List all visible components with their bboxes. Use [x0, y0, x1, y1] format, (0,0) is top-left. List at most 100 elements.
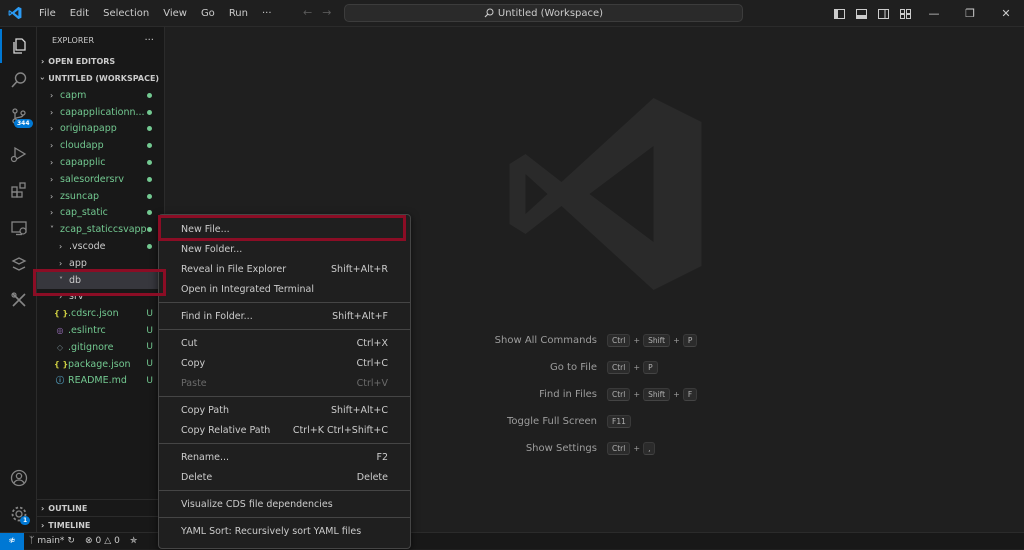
modified-dot-icon — [147, 126, 152, 132]
folder-item[interactable]: › salesordersrv — [37, 171, 164, 188]
remote-explorer-icon[interactable] — [0, 211, 37, 245]
toggle-panel-icon[interactable] — [850, 0, 872, 27]
menu-item-open-in-integrated-terminal[interactable]: Open in Integrated Terminal — [159, 279, 410, 299]
folder-item[interactable]: › capapplicationn... — [37, 104, 164, 121]
toggle-secondary-sidebar-icon[interactable] — [872, 0, 894, 27]
menu-item-rename[interactable]: Rename... F2 — [159, 447, 410, 467]
open-editors-section[interactable]: › OPEN EDITORS — [37, 53, 164, 70]
menu-item-find-in-folder[interactable]: Find in Folder... Shift+Alt+F — [159, 306, 410, 326]
menu-item-copy-path[interactable]: Copy Path Shift+Alt+C — [159, 400, 410, 420]
menu-selection[interactable]: Selection — [96, 0, 156, 27]
chevron-right-icon: › — [50, 124, 54, 134]
menu-go[interactable]: Go — [194, 0, 222, 27]
menu-item-label: Open in Integrated Terminal — [181, 283, 314, 295]
chevron-right-icon: › — [50, 208, 54, 218]
forward-arrow-icon[interactable]: → — [322, 6, 331, 19]
outline-label: OUTLINE — [48, 503, 88, 513]
chevron-down-icon: ˅ — [50, 225, 54, 235]
customize-layout-icon[interactable] — [894, 0, 916, 27]
menu-file[interactable]: File — [32, 0, 63, 27]
folder-label: zcap_staticcsvapp — [60, 224, 147, 236]
keycap: Ctrl — [607, 361, 631, 374]
menu-run[interactable]: Run — [222, 0, 255, 27]
menu-item-reveal-in-file-explorer[interactable]: Reveal in File Explorer Shift+Alt+R — [159, 259, 410, 279]
minimize-button[interactable]: — — [916, 0, 952, 27]
tools-icon[interactable] — [0, 283, 37, 317]
close-button[interactable]: ✕ — [988, 0, 1024, 27]
subfolder-item[interactable]: › srv — [37, 289, 164, 306]
folder-item[interactable]: › cap_static — [37, 205, 164, 222]
menu-item-delete[interactable]: Delete Delete — [159, 467, 410, 487]
subfolder-item[interactable]: › app — [37, 255, 164, 272]
status-bar: ≉ ᛉ main* ↻ ⊗ 0 △ 0 ✯ — [0, 532, 1024, 550]
chevron-right-icon: › — [50, 158, 54, 168]
extensions-icon[interactable] — [0, 173, 37, 207]
menu-edit[interactable]: Edit — [63, 0, 96, 27]
subfolder-item[interactable]: ˅ db — [37, 271, 164, 289]
menu-item-new-file[interactable]: New File... — [159, 219, 410, 239]
gear-icon[interactable]: 1 — [0, 497, 37, 531]
file-label: package.json — [68, 358, 131, 370]
more-actions-icon[interactable]: ··· — [144, 35, 154, 46]
folder-label: salesordersrv — [60, 173, 125, 185]
chevron-right-icon: › — [59, 258, 63, 268]
menu-item-shortcut: Shift+Alt+C — [330, 404, 388, 416]
back-arrow-icon[interactable]: ← — [303, 6, 312, 19]
folder-item[interactable]: › originapapp — [37, 121, 164, 138]
sap-fiori-icon[interactable] — [0, 247, 37, 281]
ports-indicator[interactable]: ✯ — [125, 536, 143, 546]
menu-item-yaml-sort-recursively-sort-yaml-files[interactable]: YAML Sort: Recursively sort YAML files — [159, 521, 410, 541]
menu-item-new-folder[interactable]: New Folder... — [159, 239, 410, 259]
menu-view[interactable]: View — [156, 0, 194, 27]
restore-button[interactable]: ❐ — [952, 0, 988, 27]
menu-item-copy-relative-path[interactable]: Copy Relative Path Ctrl+K Ctrl+Shift+C — [159, 420, 410, 440]
shortcut-row: Go to File Ctrl + P — [465, 354, 865, 381]
folder-label: cap_static — [60, 207, 108, 219]
account-icon[interactable] — [0, 461, 37, 495]
folder-item[interactable]: ˅ zcap_staticcsvapp — [37, 221, 164, 238]
git-status-badge: U — [146, 325, 153, 336]
source-control-icon[interactable]: 344 — [0, 99, 37, 133]
folder-label: capm — [60, 89, 87, 101]
explorer-icon[interactable] — [0, 29, 37, 63]
folder-item[interactable]: › capm — [37, 87, 164, 104]
timeline-section[interactable]: › TIMELINE — [37, 516, 165, 533]
workspace-section[interactable]: › UNTITLED (WORKSPACE) — [37, 70, 164, 87]
chevron-down-icon: › — [38, 76, 48, 81]
file-item[interactable]: ⓘ README.md U — [37, 373, 164, 390]
key-separator: + — [633, 336, 641, 345]
file-item[interactable]: { } package.json U — [37, 356, 164, 373]
file-item[interactable]: { } .cdsrc.json U — [37, 305, 164, 322]
json-file-icon: { } — [54, 309, 69, 319]
toggle-primary-sidebar-icon[interactable] — [828, 0, 850, 27]
search-icon[interactable] — [0, 63, 37, 97]
file-item[interactable]: ◇ .gitignore U — [37, 339, 164, 356]
command-center[interactable]: Untitled (Workspace) — [344, 4, 743, 22]
branch-indicator[interactable]: ᛉ main* ↻ — [24, 536, 80, 546]
explorer-header: EXPLORER ··· — [37, 27, 164, 53]
menu-item-cut[interactable]: Cut Ctrl+X — [159, 333, 410, 353]
chevron-right-icon: › — [41, 503, 45, 513]
menu-bar: File Edit Selection View Go Run ··· — [32, 0, 279, 27]
menu-item-copy[interactable]: Copy Ctrl+C — [159, 353, 410, 373]
folder-item[interactable]: › cloudapp — [37, 137, 164, 154]
subfolder-item[interactable]: › .vscode — [37, 238, 164, 255]
folder-label: capapplic — [60, 157, 106, 169]
sync-icon[interactable]: ↻ — [67, 536, 75, 546]
folder-item[interactable]: › capapplic — [37, 154, 164, 171]
run-debug-icon[interactable] — [0, 137, 37, 171]
shortcut-keys: F11 — [607, 415, 631, 428]
remote-indicator-icon[interactable]: ≉ — [0, 532, 24, 550]
file-item[interactable]: ◎ .eslintrc U — [37, 322, 164, 339]
menu-more[interactable]: ··· — [255, 0, 279, 27]
chevron-right-icon: › — [59, 242, 63, 252]
menu-item-visualize-cds-file-dependencies[interactable]: Visualize CDS file dependencies — [159, 494, 410, 514]
folder-item[interactable]: › zsuncap — [37, 188, 164, 205]
keycap: F — [682, 388, 698, 401]
key-separator: + — [673, 390, 680, 399]
menu-item-label: Rename... — [181, 451, 230, 463]
problems-indicator[interactable]: ⊗ 0 △ 0 — [80, 536, 125, 546]
outline-section[interactable]: › OUTLINE — [37, 499, 165, 516]
shortcut-row: Find in Files Ctrl + Shift + F — [465, 381, 865, 408]
keycap: Shift — [643, 334, 671, 347]
